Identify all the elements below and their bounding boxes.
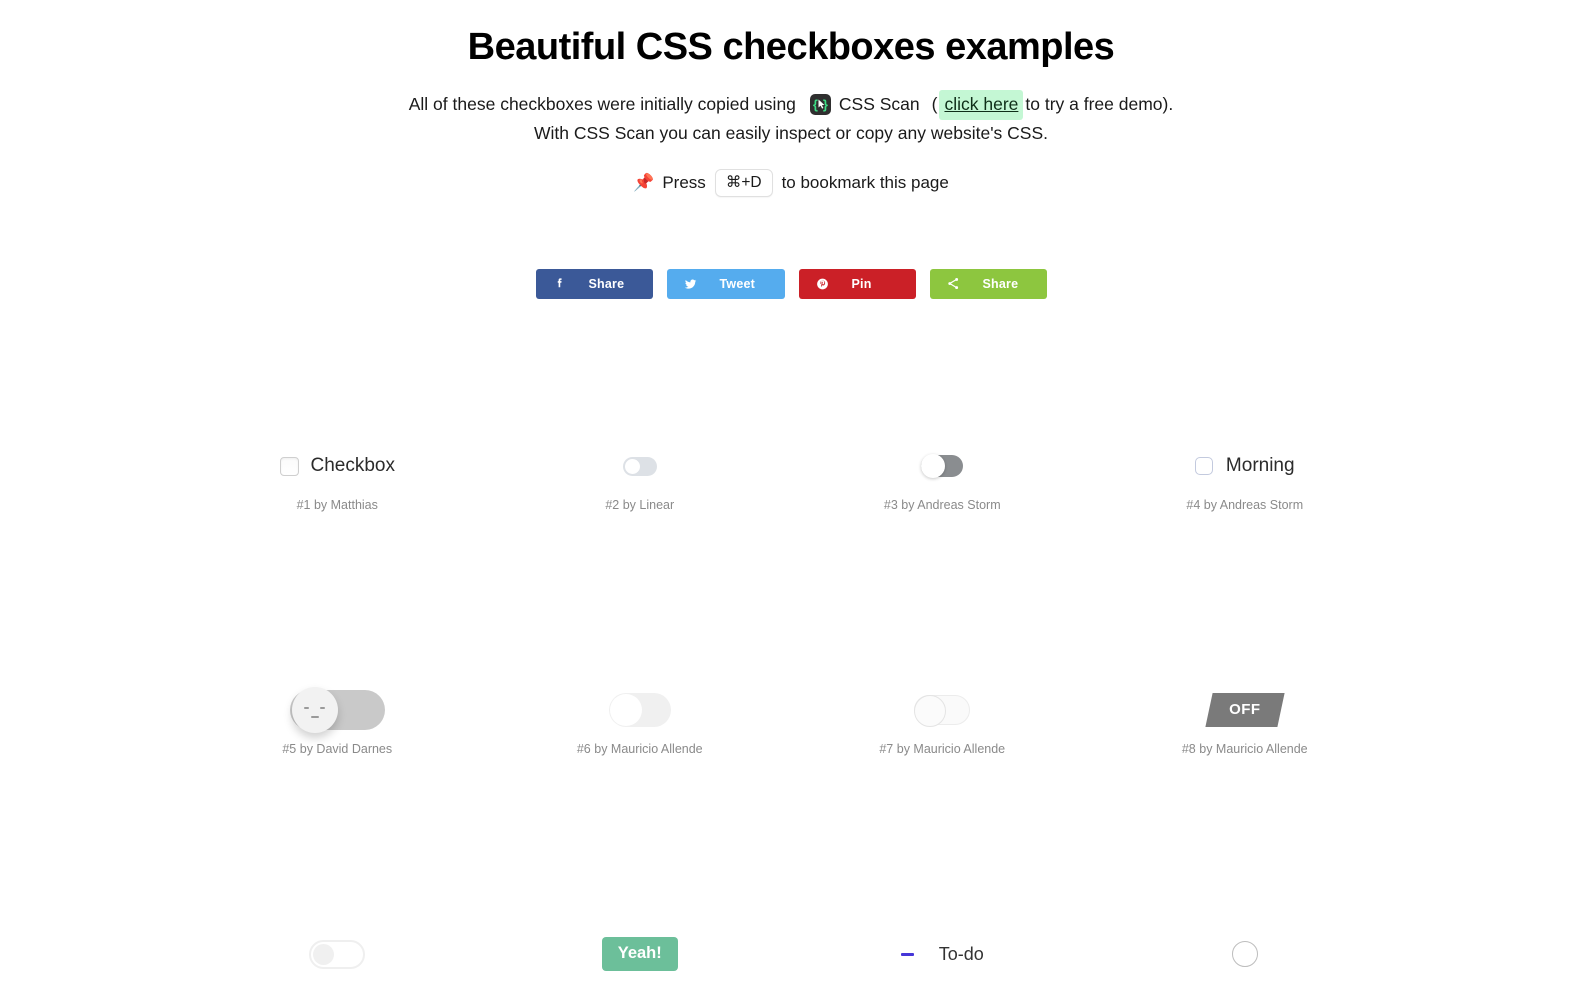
example-cell-3: #3 by Andreas Storm [791, 400, 1094, 644]
bookmark-hint: 📌 Press ⌘+D to bookmark this page [0, 168, 1582, 197]
toggle-8-label: OFF [1229, 701, 1261, 718]
example-widget-8: OFF [1205, 680, 1285, 740]
checkbox-1-label: Checkbox [310, 455, 396, 476]
share-twitter-label: Tweet [719, 276, 755, 291]
example-caption-3: #3 by Andreas Storm [883, 498, 1001, 512]
example-cell-4: Morning #4 by Andreas Storm [1094, 400, 1397, 644]
toggle-8-off-button[interactable]: OFF [1205, 693, 1285, 727]
subtitle-prefix: All of these checkboxes were initially c… [408, 94, 796, 115]
brace-left-glyph: { [812, 96, 818, 112]
toggle-2[interactable] [622, 456, 657, 476]
example-widget-4: Morning [1194, 436, 1295, 496]
keyboard-shortcut-key: ⌘+D [714, 168, 773, 197]
toggle-5[interactable] [289, 687, 385, 733]
share-twitter-button[interactable]: Tweet [666, 268, 785, 299]
toggle-10-yeah-button[interactable]: Yeah! [601, 937, 678, 971]
example-cell-10: Yeah! [489, 888, 792, 983]
facebook-icon [552, 276, 567, 291]
checkbox-4-box[interactable] [1194, 457, 1213, 475]
face-eye-right-icon [319, 707, 325, 709]
radio-12[interactable] [1231, 941, 1258, 967]
page-title: Beautiful CSS checkboxes examples [467, 26, 1115, 68]
example-cell-9 [186, 888, 489, 983]
subtitle-line-1: All of these checkboxes were initially c… [0, 89, 1582, 120]
example-widget-9 [309, 924, 366, 983]
example-caption-8: #8 by Mauricio Allende [1181, 742, 1308, 756]
toggle-3[interactable] [921, 454, 964, 478]
bookmark-post-label: to bookmark this page [781, 172, 949, 192]
subtitle-line-2: With CSS Scan you can easily inspect or … [534, 122, 1048, 143]
example-cell-2: #2 by Linear [489, 400, 792, 644]
toggle-9[interactable] [309, 939, 366, 969]
share-facebook-label: Share [588, 276, 625, 291]
example-cell-1: Checkbox #1 by Matthias [186, 400, 489, 644]
share-generic-button[interactable]: Share [929, 268, 1047, 299]
example-caption-7: #7 by Mauricio Allende [879, 742, 1006, 756]
share-pinterest-label: Pin [851, 276, 872, 291]
example-caption-4: #4 by Andreas Storm [1186, 498, 1304, 512]
toggle-7[interactable] [914, 695, 971, 727]
example-widget-1: Checkbox [279, 436, 396, 496]
css-scan-icon: { } [809, 94, 831, 116]
example-widget-3 [921, 436, 964, 496]
subtitle-suffix: to try a free demo). [1025, 94, 1174, 115]
toggle-5-knob [291, 687, 338, 733]
cursor-arrow-icon [818, 99, 825, 109]
share-pinterest-button[interactable]: Pin [798, 268, 916, 299]
page-root: Beautiful CSS checkboxes examples All of… [0, 0, 1582, 983]
checkbox-1-box[interactable] [279, 456, 299, 476]
example-cell-11: To-do [791, 888, 1094, 983]
face-mouth-icon [310, 716, 319, 718]
checkbox-4-label: Morning [1225, 455, 1295, 476]
face-eye-left-icon [303, 707, 309, 709]
twitter-icon [683, 276, 698, 291]
click-here-link[interactable]: click here [939, 89, 1024, 120]
checkbox-examples-grid: Checkbox #1 by Matthias #2 by Linear #3 … [186, 400, 1396, 983]
subtitle-block: All of these checkboxes were initially c… [0, 89, 1582, 147]
example-cell-12 [1094, 888, 1397, 983]
share-facebook-button[interactable]: Share [535, 268, 653, 299]
example-cell-7: #7 by Mauricio Allende [791, 644, 1094, 888]
checkbox-1[interactable]: Checkbox [279, 455, 396, 477]
example-caption-2: #2 by Linear [605, 498, 675, 512]
minus-icon [900, 952, 914, 956]
example-widget-7 [914, 680, 971, 740]
checkbox-4[interactable]: Morning [1194, 455, 1295, 477]
example-widget-6 [608, 680, 671, 740]
share-button-row: Share Tweet Pin Share [0, 268, 1582, 299]
example-widget-12 [1231, 924, 1258, 983]
example-widget-11: To-do [900, 924, 984, 983]
example-cell-5: #5 by David Darnes [186, 644, 489, 888]
share-generic-label: Share [982, 276, 1019, 291]
example-caption-6: #6 by Mauricio Allende [576, 742, 703, 756]
checkbox-11-label: To-do [938, 943, 984, 964]
pinterest-icon [815, 276, 830, 291]
css-scan-label: CSS Scan [838, 94, 920, 115]
example-widget-2 [622, 436, 657, 496]
example-cell-6: #6 by Mauricio Allende [489, 644, 792, 888]
example-widget-10: Yeah! [601, 924, 678, 983]
example-caption-5: #5 by David Darnes [282, 742, 393, 756]
pushpin-icon: 📌 [633, 172, 655, 192]
example-cell-8: OFF #8 by Mauricio Allende [1094, 644, 1397, 888]
cssscan-brand: { } CSS Scan [809, 91, 920, 118]
example-caption-1: #1 by Matthias [296, 498, 378, 512]
paren-open: ( [931, 94, 938, 115]
bookmark-press-label: Press [662, 172, 706, 192]
share-nodes-icon [946, 276, 961, 291]
example-widget-5 [289, 680, 385, 740]
toggle-6[interactable] [608, 693, 671, 727]
checkbox-11[interactable]: To-do [900, 943, 984, 965]
